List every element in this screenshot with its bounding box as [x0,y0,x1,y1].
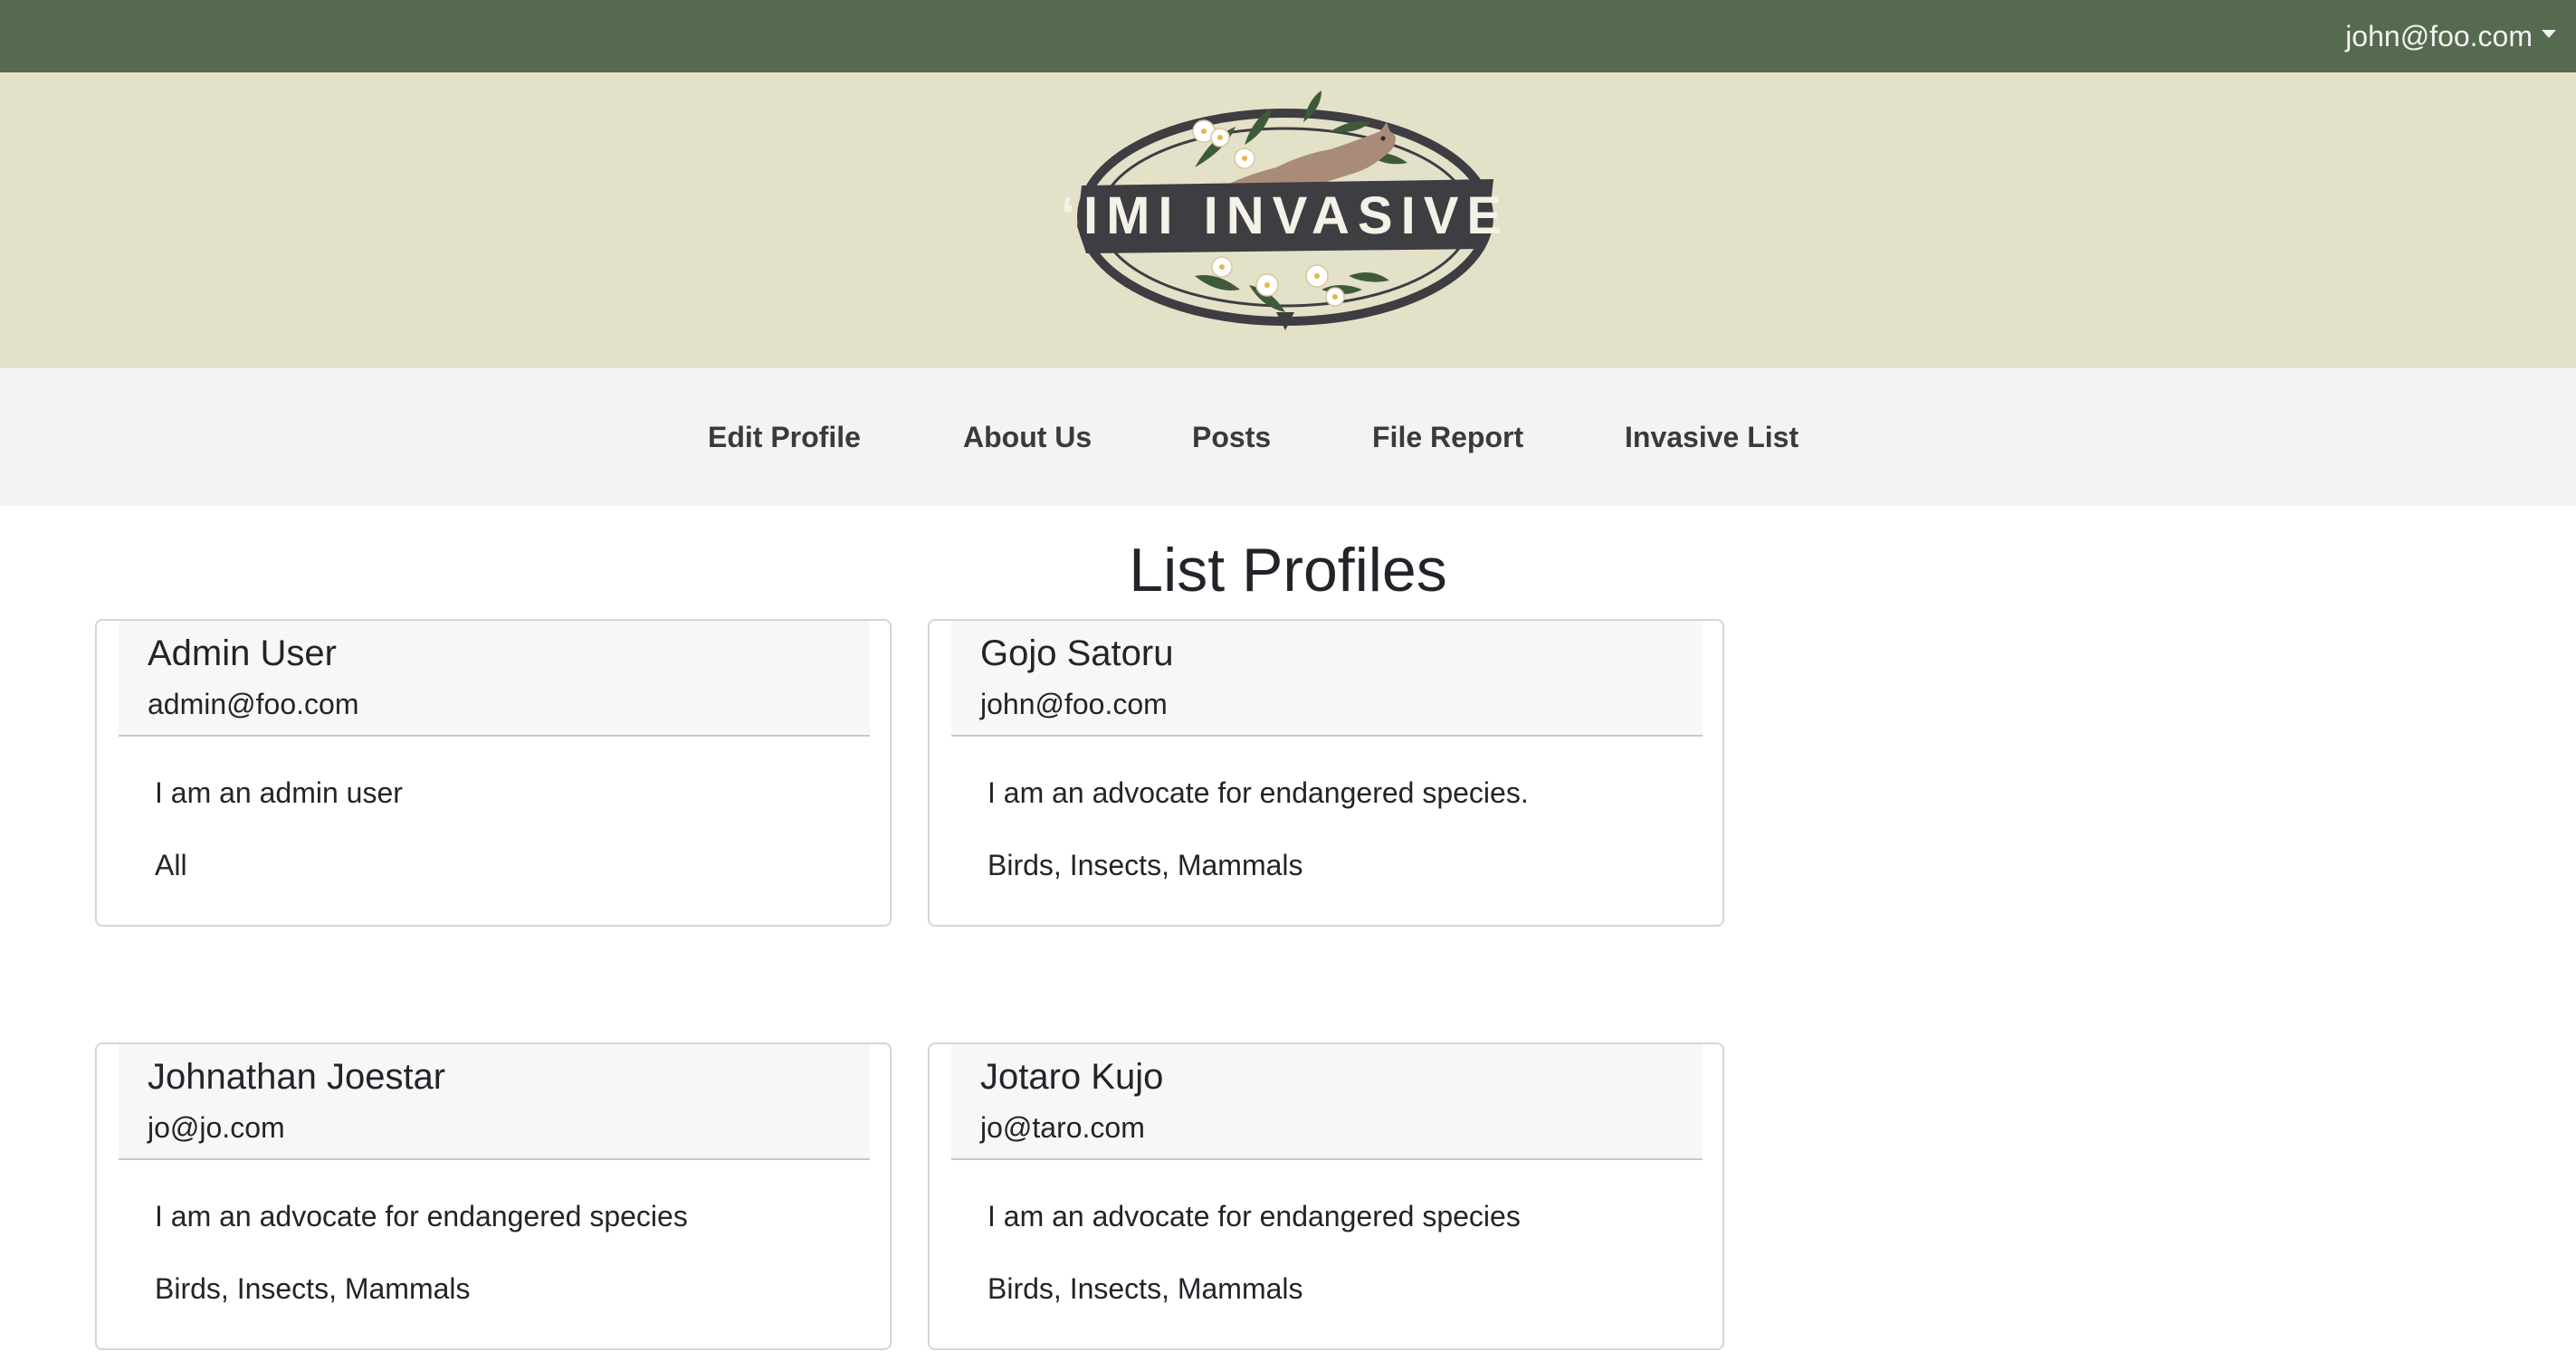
imi-invasive-logo[interactable]: ‘IMI INVASIVE [1059,81,1512,353]
nav-invasive-list[interactable]: Invasive List [1625,368,1798,506]
main-navbar: Edit Profile About Us Posts File Report … [0,368,2576,506]
profile-card: Gojo Satoru john@foo.com I am an advocat… [928,619,1724,927]
profile-card-header: Admin User admin@foo.com [119,621,870,737]
nav-posts[interactable]: Posts [1192,368,1271,506]
caret-down-icon[interactable] [2542,29,2556,38]
profile-bio: I am an advocate for endangered species. [987,776,1529,809]
profile-card: Jotaro Kujo jo@taro.com I am an advocate… [928,1042,1724,1350]
banner: ‘IMI INVASIVE [0,72,2576,368]
profile-interests: Birds, Insects, Mammals [987,849,1303,881]
logo-text: ‘IMI INVASIVE [1061,186,1510,245]
nav-file-report[interactable]: File Report [1372,368,1523,506]
nav-edit-profile[interactable]: Edit Profile [708,368,861,506]
page-title: List Profiles [1129,536,1447,604]
profile-name: Admin User [148,633,337,673]
profile-email: admin@foo.com [148,688,359,720]
profile-email: jo@taro.com [980,1111,1145,1144]
profile-interests: Birds, Insects, Mammals [987,1272,1303,1305]
profile-name: Johnathan Joestar [148,1057,446,1097]
profile-name: Jotaro Kujo [980,1057,1164,1097]
profile-bio: I am an advocate for endangered species [987,1200,1521,1233]
profile-bio: I am an advocate for endangered species [155,1200,688,1233]
profile-bio: I am an admin user [155,776,403,809]
profile-card-header: Gojo Satoru john@foo.com [951,621,1703,737]
profile-name: Gojo Satoru [980,633,1174,673]
profile-card-header: Johnathan Joestar jo@jo.com [119,1044,870,1160]
profile-card: Johnathan Joestar jo@jo.com I am an advo… [95,1042,892,1350]
top-bar: john@foo.com [0,0,2576,72]
profile-email: john@foo.com [980,688,1168,720]
profile-interests: All [155,849,187,881]
profile-email: jo@jo.com [148,1111,285,1144]
nav-about-us[interactable]: About Us [963,368,1092,506]
profile-card: Admin User admin@foo.com I am an admin u… [95,619,892,927]
user-dropdown[interactable]: john@foo.com [2345,16,2556,56]
profile-interests: Birds, Insects, Mammals [155,1272,471,1305]
profile-card-header: Jotaro Kujo jo@taro.com [951,1044,1703,1160]
user-email[interactable]: john@foo.com [2345,20,2533,53]
